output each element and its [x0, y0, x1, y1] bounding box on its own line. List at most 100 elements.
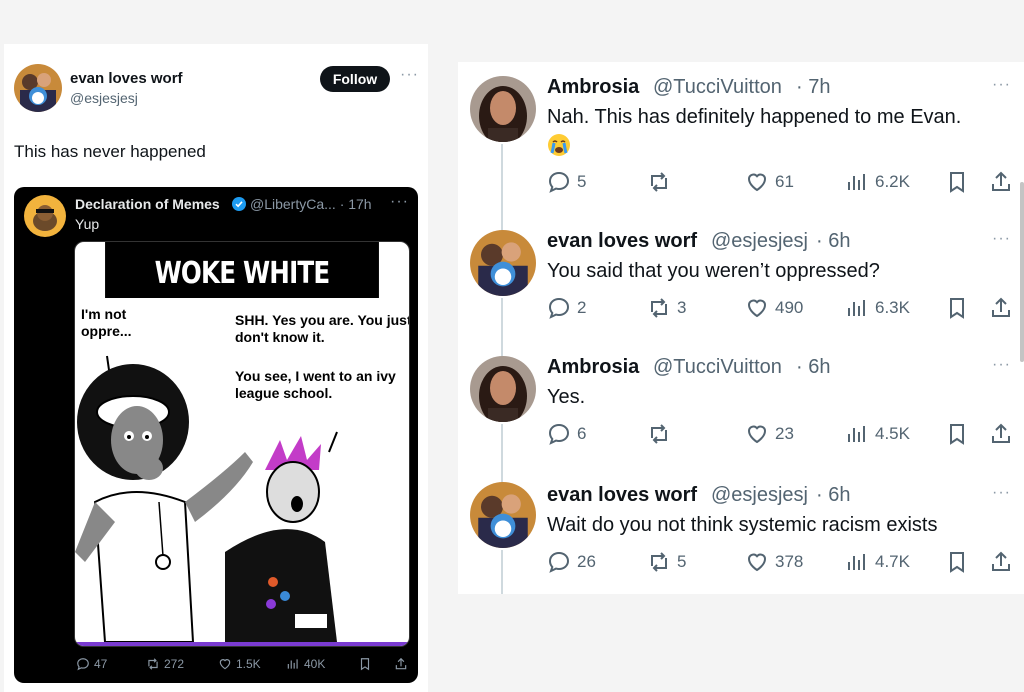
- more-options-icon[interactable]: ···: [400, 66, 419, 84]
- quoted-tweet-text: Yup: [75, 216, 100, 232]
- ambrosia-avatar[interactable]: [470, 76, 536, 142]
- reply-author-handle[interactable]: @TucciVuitton: [653, 76, 782, 99]
- repost-action[interactable]: 272: [146, 657, 184, 671]
- reply-author-name[interactable]: Ambrosia: [547, 356, 639, 379]
- meme-title: WOKE WHITE LIBERALS: [105, 242, 379, 355]
- reply-more-icon[interactable]: ···: [992, 484, 1011, 502]
- reply-text: Yes.: [547, 386, 586, 408]
- reply-author-name[interactable]: Ambrosia: [547, 76, 639, 99]
- like-action[interactable]: 23: [745, 422, 794, 446]
- reply-icon: [77, 658, 89, 671]
- like-count: 61: [775, 172, 794, 191]
- scrollbar-thumb[interactable]: [1020, 182, 1024, 362]
- repost-action[interactable]: [647, 422, 677, 446]
- bookmark-icon[interactable]: [358, 657, 372, 671]
- repost-action[interactable]: 5: [647, 550, 686, 574]
- like-action[interactable]: 490: [745, 296, 803, 320]
- reply-author-handle[interactable]: @esjesjesj: [711, 230, 808, 253]
- heart-icon: [219, 659, 231, 670]
- reply-count: 2: [577, 298, 587, 317]
- share-icon[interactable]: [394, 657, 408, 671]
- like-count: 378: [775, 552, 804, 571]
- views-action[interactable]: 6.3K: [845, 296, 910, 320]
- reply-thread: Ambrosia @TucciVuitton · 7h ··· Nah. Thi…: [458, 62, 1024, 594]
- share-icon[interactable]: [989, 296, 1013, 320]
- reply-timestamp[interactable]: · 7h: [796, 76, 830, 99]
- author-handle[interactable]: @esjesjesj: [70, 90, 138, 106]
- reply-more-icon[interactable]: ···: [992, 76, 1011, 94]
- repost-icon: [651, 424, 667, 444]
- bookmark-icon[interactable]: [945, 170, 969, 194]
- quoted-action-bar: 47 272 1.5K 40K: [76, 657, 412, 677]
- quoted-author-handle[interactable]: @LibertyCa... · 17h: [250, 196, 372, 212]
- like-count: 23: [775, 424, 794, 443]
- thread-line: [501, 424, 503, 486]
- bookmark-icon[interactable]: [945, 296, 969, 320]
- bookmark-icon[interactable]: [945, 550, 969, 574]
- reply-author-name[interactable]: evan loves worf: [547, 230, 697, 253]
- follow-button[interactable]: Follow: [320, 66, 390, 92]
- views-count: 4.7K: [875, 552, 910, 571]
- meme-right-caption-1: SHH. Yes you are. You just don't know it…: [235, 312, 410, 345]
- heart-icon: [747, 553, 767, 572]
- tweet-text: This has never happened: [14, 142, 206, 161]
- quoted-tweet[interactable]: Declaration of Memes @LibertyCa... · 17h…: [14, 187, 418, 683]
- repost-action[interactable]: [647, 170, 677, 194]
- author-name[interactable]: evan loves worf: [70, 70, 183, 87]
- repost-icon: [651, 298, 667, 318]
- views-action[interactable]: 6.2K: [845, 170, 910, 194]
- reply-timestamp[interactable]: · 6h: [816, 484, 850, 507]
- reply-text: You said that you weren’t oppressed?: [547, 260, 880, 282]
- reply-author-handle[interactable]: @TucciVuitton: [653, 356, 782, 379]
- like-count: 1.5K: [236, 657, 261, 671]
- views-action[interactable]: 40K: [286, 657, 325, 671]
- views-action[interactable]: 4.7K: [845, 550, 910, 574]
- heart-icon: [747, 173, 767, 192]
- views-icon: [287, 659, 298, 669]
- reply-action[interactable]: 5: [547, 170, 586, 194]
- reply-icon: [548, 551, 570, 573]
- reply-icon: [548, 297, 570, 319]
- bookmark-icon[interactable]: [945, 422, 969, 446]
- evan-avatar[interactable]: [470, 230, 536, 296]
- repost-count: 5: [677, 552, 687, 571]
- evan-avatar[interactable]: [470, 482, 536, 548]
- share-icon[interactable]: [989, 422, 1013, 446]
- ambrosia-avatar[interactable]: [470, 356, 536, 422]
- reply-action-bar: 26 5 378 4.7K: [547, 550, 1017, 576]
- repost-action[interactable]: 3: [647, 296, 686, 320]
- reply-action[interactable]: 47: [76, 657, 107, 671]
- like-action[interactable]: 378: [745, 550, 803, 574]
- share-icon[interactable]: [989, 550, 1013, 574]
- reply-more-icon[interactable]: ···: [992, 356, 1011, 374]
- reply-timestamp[interactable]: · 6h: [816, 230, 850, 253]
- like-action[interactable]: 61: [745, 170, 794, 194]
- reply-icon: [548, 423, 570, 445]
- verified-badge-icon: [232, 197, 246, 211]
- reply-action[interactable]: 6: [547, 422, 586, 446]
- evan-avatar[interactable]: [14, 64, 62, 112]
- reply-count: 47: [94, 657, 108, 671]
- reply-author-handle[interactable]: @esjesjesj: [711, 484, 808, 507]
- meme-image[interactable]: WOKE WHITE LIBERALS I'm not oppre... SHH…: [74, 241, 410, 647]
- views-icon: [848, 174, 865, 190]
- quoted-more-icon[interactable]: ···: [390, 193, 409, 211]
- like-action[interactable]: 1.5K: [218, 657, 261, 671]
- reply-author-name[interactable]: evan loves worf: [547, 484, 697, 507]
- views-icon: [848, 426, 865, 442]
- reply-action[interactable]: 2: [547, 296, 586, 320]
- reply-action[interactable]: 26: [547, 550, 596, 574]
- like-count: 490: [775, 298, 804, 317]
- share-icon[interactable]: [989, 170, 1013, 194]
- reply-action-bar: 5 61 6.2K: [547, 170, 1017, 196]
- quoted-author-name[interactable]: Declaration of Memes: [75, 196, 220, 212]
- repost-icon: [651, 172, 667, 192]
- views-icon: [848, 300, 865, 316]
- views-count: 40K: [304, 657, 326, 671]
- views-action[interactable]: 4.5K: [845, 422, 910, 446]
- repost-icon: [148, 658, 158, 670]
- reply-timestamp[interactable]: · 6h: [796, 356, 830, 379]
- memes-avatar[interactable]: [24, 195, 66, 237]
- main-tweet-card: evan loves worf @esjesjesj Follow ··· Th…: [4, 44, 428, 692]
- reply-more-icon[interactable]: ···: [992, 230, 1011, 248]
